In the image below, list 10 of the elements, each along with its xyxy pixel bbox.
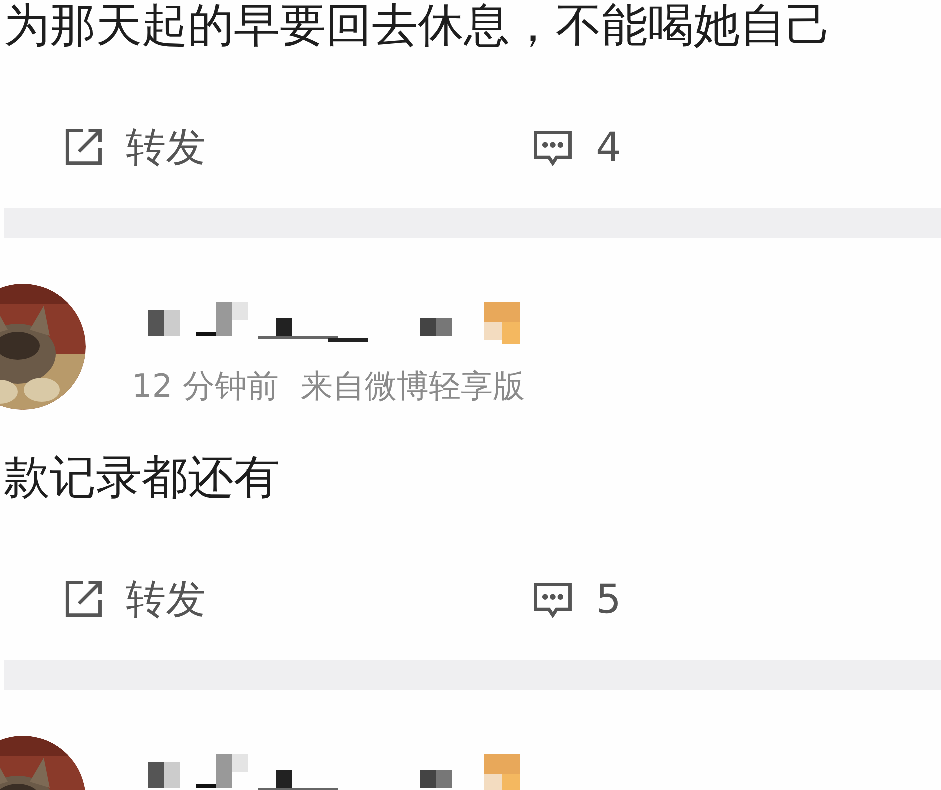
badge-icon: [484, 754, 520, 790]
badge-icon: [484, 302, 520, 344]
post-text: 为那天起的早要回去休息，不能喝她自己: [4, 0, 833, 48]
comment-button[interactable]: 5: [530, 570, 622, 630]
post-source: 来自微博轻享版: [300, 366, 525, 407]
repost-button[interactable]: 转发: [60, 570, 530, 630]
post-text: 款记录都还有: [4, 454, 281, 500]
post-time: 12 分钟前: [132, 366, 279, 407]
comment-button[interactable]: 4: [530, 118, 622, 178]
repost-button[interactable]: 转发: [60, 118, 530, 178]
